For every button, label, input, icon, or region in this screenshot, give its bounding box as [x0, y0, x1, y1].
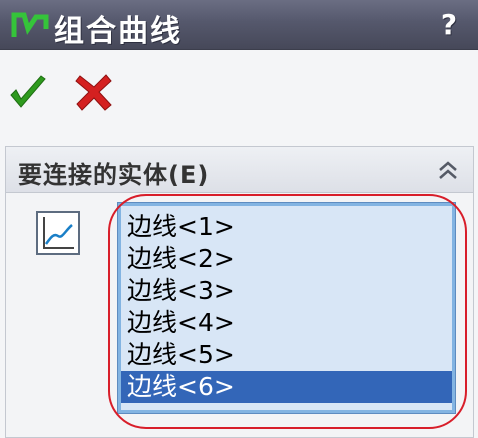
list-item[interactable]: 边线<2> — [121, 243, 452, 275]
list-item[interactable]: 边线<5> — [121, 339, 452, 371]
list-item[interactable]: 边线<1> — [121, 211, 452, 243]
list-item[interactable]: 边线<4> — [121, 307, 452, 339]
section-title: 要连接的实体(E) — [18, 161, 210, 189]
entities-listbox[interactable]: 边线<1> 边线<2> 边线<3> 边线<4> 边线<5> 边线<6> — [117, 202, 456, 414]
cancel-button[interactable] — [74, 72, 114, 112]
curve-icon — [36, 211, 80, 255]
list-item[interactable]: 边线<6> — [121, 371, 452, 403]
composite-curve-icon — [11, 12, 49, 37]
toolbar — [0, 50, 478, 140]
list-item[interactable]: 边线<3> — [121, 275, 452, 307]
section-header[interactable]: 要连接的实体(E) — [6, 147, 473, 193]
double-chevron-up-icon[interactable] — [437, 159, 459, 181]
dialog-title: 组合曲线 — [54, 14, 182, 49]
ok-button[interactable] — [8, 74, 48, 112]
help-button[interactable]: ? — [434, 9, 464, 41]
title-bar: 组合曲线 ? — [0, 0, 478, 50]
